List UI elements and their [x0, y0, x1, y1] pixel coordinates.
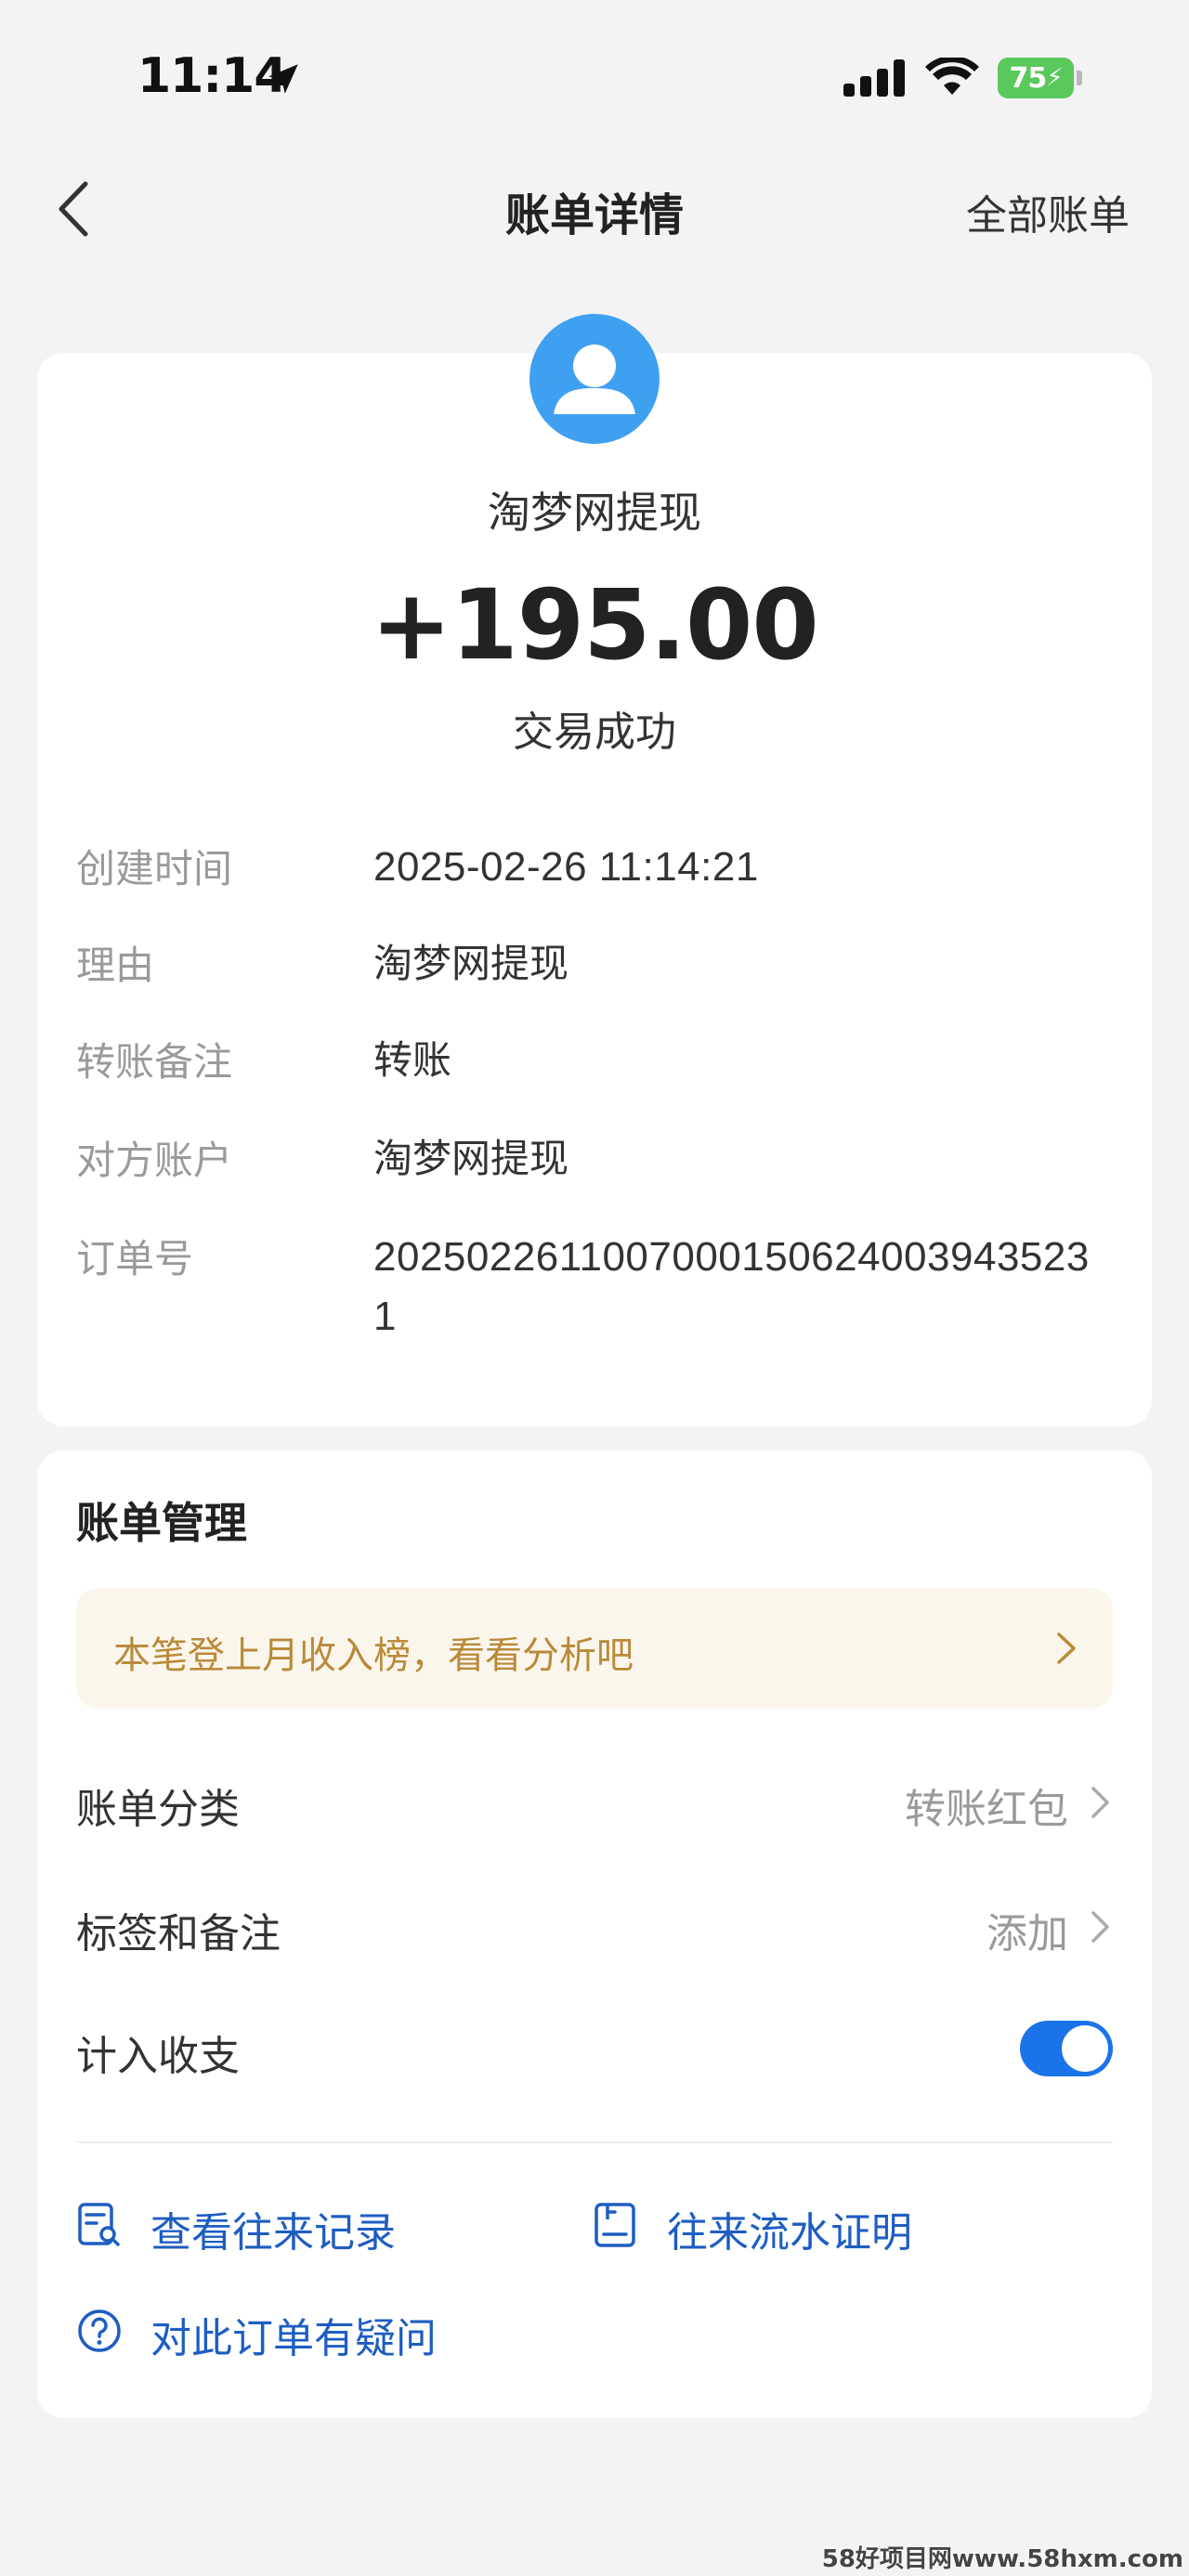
location-arrow-icon [268, 64, 298, 94]
battery-cap [1077, 71, 1082, 85]
signal-icon [843, 59, 905, 97]
statement-proof-link[interactable]: 往来流水证明 [593, 2192, 1001, 2257]
question-circle-icon [78, 2309, 121, 2352]
action-label: 查看往来记录 [150, 2209, 396, 2257]
detail-label: 对方账户 [76, 1138, 233, 1183]
count-in-balance-toggle[interactable] [1020, 2021, 1113, 2076]
chevron-right-icon [1057, 1633, 1076, 1664]
document-icon [594, 2203, 635, 2247]
detail-label: 转账备注 [76, 1039, 233, 1085]
merchant-name: 淘梦网提现 [488, 488, 701, 538]
detail-label: 理由 [76, 943, 155, 988]
detail-value: 转账 [373, 1037, 452, 1083]
view-records-link[interactable]: 查看往来记录 [76, 2192, 485, 2257]
amount: +195.00 [371, 568, 818, 682]
income-ranking-banner[interactable]: 本笔登上月收入榜，看看分析吧 [76, 1588, 1113, 1709]
setting-label: 标签和备注 [76, 1910, 281, 1958]
status-text: 交易成功 [513, 709, 676, 756]
user-avatar-icon [529, 314, 660, 444]
action-label: 对此订单有疑问 [150, 2315, 437, 2362]
battery-charging-icon: 75 ⚡ [998, 58, 1074, 98]
action-label: 往来流水证明 [667, 2209, 912, 2257]
all-bills-link[interactable]: 全部账单 [966, 182, 1130, 241]
setting-value: 转账红包 [905, 1786, 1068, 1833]
record-search-icon [78, 2203, 120, 2246]
chevron-right-icon [1091, 1911, 1109, 1943]
chevron-right-icon [1091, 1787, 1109, 1818]
battery-level: 75 [1009, 61, 1047, 95]
promo-text: 本笔登上月收入榜，看看分析吧 [113, 1634, 634, 1677]
detail-value: 2025-02-26 11:14:21 [373, 844, 759, 890]
watermark: 58好项目网www.58hxm.com [821, 2545, 1183, 2573]
setting-label: 账单分类 [76, 1786, 240, 1833]
setting-label: 计入收支 [76, 2033, 240, 2080]
detail-label: 创建时间 [76, 846, 233, 891]
detail-value: 淘梦网提现 [373, 941, 569, 986]
order-number-value: 20250226110070001506240039435231 [373, 1234, 1090, 1339]
detail-value: 淘梦网提现 [373, 1136, 569, 1181]
wifi-icon [925, 58, 979, 95]
status-bar: 11:14 75 ⚡ [0, 0, 1189, 158]
section-title: 账单管理 [76, 1498, 247, 1548]
bill-category-row[interactable]: 账单分类 转账红包 [76, 1759, 1113, 1842]
divider [76, 2141, 1113, 2143]
toggle-knob [1062, 2025, 1108, 2072]
count-in-balance-row: 计入收支 [76, 2006, 1113, 2089]
tags-notes-row[interactable]: 标签和备注 添加 [76, 1883, 1113, 1967]
detail-label: 订单号 [76, 1236, 194, 1281]
order-question-link[interactable]: 对此订单有疑问 [76, 2297, 522, 2362]
setting-value: 添加 [986, 1910, 1068, 1958]
